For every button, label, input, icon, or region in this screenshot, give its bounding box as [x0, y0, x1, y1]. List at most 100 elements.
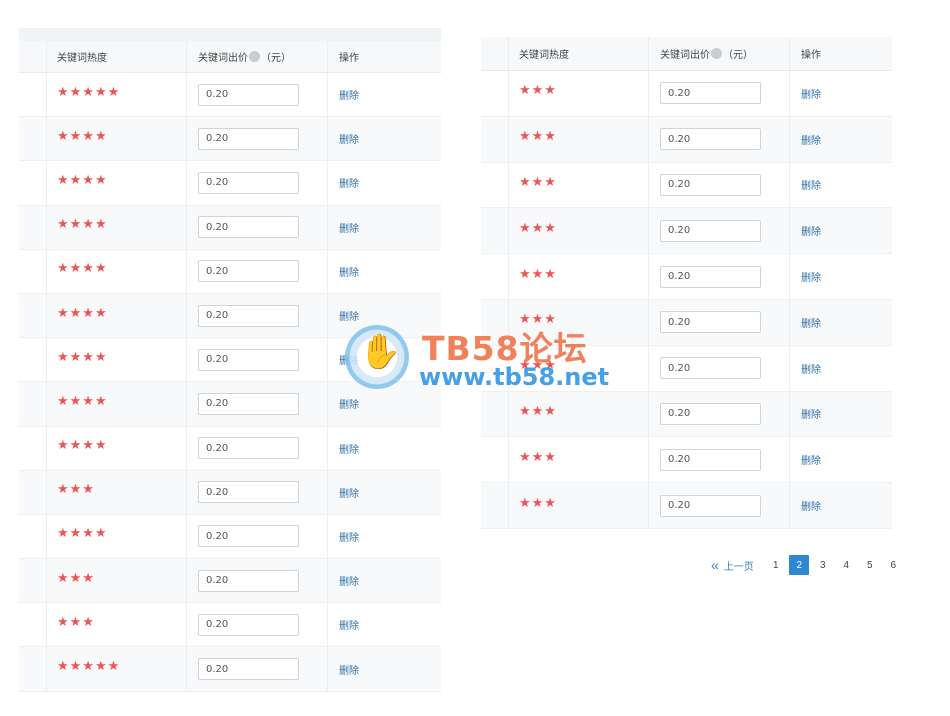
price-cell: 0.20	[186, 73, 327, 117]
right-keyword-table: 关键词热度 关键词出价 （元） 操作 ★★★ 0.20 删除 ★★★ 0.20 删除 ★★★…	[481, 28, 892, 529]
delete-link[interactable]: 删除	[801, 452, 821, 467]
price-input[interactable]: 0.20	[660, 219, 761, 242]
row-spacer	[481, 392, 508, 437]
table-row: ★★★ 0.20 删除	[481, 391, 892, 438]
star-rating: ★★★★	[57, 216, 108, 232]
row-spacer	[481, 483, 508, 528]
row-spacer	[19, 471, 46, 514]
delete-link[interactable]: 删除	[339, 396, 359, 411]
delete-link[interactable]: 删除	[801, 132, 821, 147]
delete-link[interactable]: 删除	[339, 485, 359, 500]
table-row: ★★★ 0.20 删除	[481, 299, 892, 346]
delete-link[interactable]: 删除	[339, 220, 359, 235]
price-input[interactable]: 0.20	[198, 658, 299, 681]
header-price-unit: （元）	[723, 50, 753, 61]
star-rating: ★★★	[519, 265, 557, 281]
row-spacer	[481, 300, 508, 345]
delete-link[interactable]: 删除	[801, 406, 821, 421]
price-input[interactable]: 0.20	[198, 304, 299, 327]
delete-link[interactable]: 删除	[339, 441, 359, 456]
price-input[interactable]: 0.20	[198, 127, 299, 150]
price-input[interactable]: 0.20	[660, 82, 761, 105]
price-input[interactable]: 0.20	[660, 128, 761, 151]
delete-link[interactable]: 删除	[339, 175, 359, 190]
price-input[interactable]: 0.20	[660, 448, 761, 471]
action-cell: 删除	[327, 293, 441, 338]
delete-link[interactable]: 删除	[801, 269, 821, 284]
prev-page-button[interactable]: « 上一页	[711, 558, 754, 573]
price-input[interactable]: 0.20	[198, 83, 299, 106]
star-rating: ★★★★	[57, 437, 108, 453]
delete-link[interactable]: 删除	[801, 86, 821, 101]
row-spacer	[481, 117, 508, 162]
action-cell: 删除	[789, 299, 892, 345]
price-cell: 0.20	[186, 647, 327, 691]
help-icon[interactable]	[249, 51, 260, 62]
page-number-button[interactable]: 6	[883, 555, 903, 575]
price-input[interactable]: 0.20	[198, 437, 299, 460]
header-action: 操作	[789, 37, 892, 70]
price-input[interactable]: 0.20	[198, 216, 299, 239]
price-input[interactable]: 0.20	[198, 525, 299, 548]
price-input[interactable]: 0.20	[198, 348, 299, 371]
delete-link[interactable]: 删除	[339, 573, 359, 588]
price-input[interactable]: 0.20	[198, 569, 299, 592]
heat-cell: ★★★★	[46, 338, 186, 382]
price-input[interactable]: 0.20	[660, 357, 761, 380]
delete-link[interactable]: 删除	[801, 223, 821, 238]
price-input[interactable]: 0.20	[660, 173, 761, 196]
price-cell: 0.20	[648, 254, 789, 299]
heat-cell: ★★★	[508, 162, 648, 208]
delete-link[interactable]: 删除	[339, 87, 359, 102]
price-input[interactable]: 0.20	[198, 481, 299, 504]
delete-link[interactable]: 删除	[339, 352, 359, 367]
heat-cell: ★★★★	[46, 426, 186, 470]
price-input[interactable]: 0.20	[198, 171, 299, 194]
star-rating: ★★★	[519, 357, 557, 373]
star-rating: ★★★	[57, 613, 95, 629]
table-row: ★★★★ 0.20 删除	[19, 382, 441, 427]
price-cell: 0.20	[186, 559, 327, 603]
table-row: ★★★ 0.20 删除	[481, 483, 892, 529]
page-number-button[interactable]: 4	[836, 555, 856, 575]
page-number-button[interactable]: 5	[860, 555, 880, 575]
price-input[interactable]: 0.20	[198, 392, 299, 415]
table-row: ★★★ 0.20 删除	[19, 603, 441, 648]
page-number-button[interactable]: 2	[789, 555, 810, 575]
help-icon[interactable]	[711, 48, 722, 59]
table-row: ★★★★ 0.20 删除	[19, 161, 441, 206]
delete-link[interactable]: 删除	[801, 498, 821, 513]
header-heat: 关键词热度	[508, 37, 648, 70]
delete-link[interactable]: 删除	[801, 315, 821, 330]
delete-link[interactable]: 删除	[801, 361, 821, 376]
action-cell: 删除	[327, 559, 441, 603]
delete-link[interactable]: 删除	[339, 264, 359, 279]
row-spacer	[481, 254, 508, 299]
delete-link[interactable]: 删除	[801, 177, 821, 192]
price-input[interactable]: 0.20	[660, 265, 761, 288]
pagination: « 上一页 123456	[711, 555, 907, 575]
action-cell: 删除	[789, 345, 892, 391]
star-rating: ★★★	[519, 128, 557, 144]
price-cell: 0.20	[648, 437, 789, 483]
price-input[interactable]: 0.20	[198, 260, 299, 283]
row-spacer	[19, 161, 46, 204]
header-action-label: 操作	[801, 50, 821, 61]
action-cell: 删除	[327, 426, 441, 470]
delete-link[interactable]: 删除	[339, 662, 359, 677]
delete-link[interactable]: 删除	[339, 308, 359, 323]
header-price-label: 关键词出价	[660, 50, 710, 61]
price-input[interactable]: 0.20	[198, 613, 299, 636]
delete-link[interactable]: 删除	[339, 617, 359, 632]
table-row: ★★★ 0.20 删除	[481, 345, 892, 392]
page-number-button[interactable]: 3	[813, 555, 833, 575]
price-input[interactable]: 0.20	[660, 402, 761, 425]
price-cell: 0.20	[186, 293, 327, 338]
page-number-button[interactable]: 1	[766, 555, 786, 575]
row-spacer	[481, 71, 508, 116]
delete-link[interactable]: 删除	[339, 131, 359, 146]
price-input[interactable]: 0.20	[660, 494, 761, 517]
action-cell: 删除	[789, 437, 892, 483]
price-input[interactable]: 0.20	[660, 311, 761, 334]
delete-link[interactable]: 删除	[339, 529, 359, 544]
